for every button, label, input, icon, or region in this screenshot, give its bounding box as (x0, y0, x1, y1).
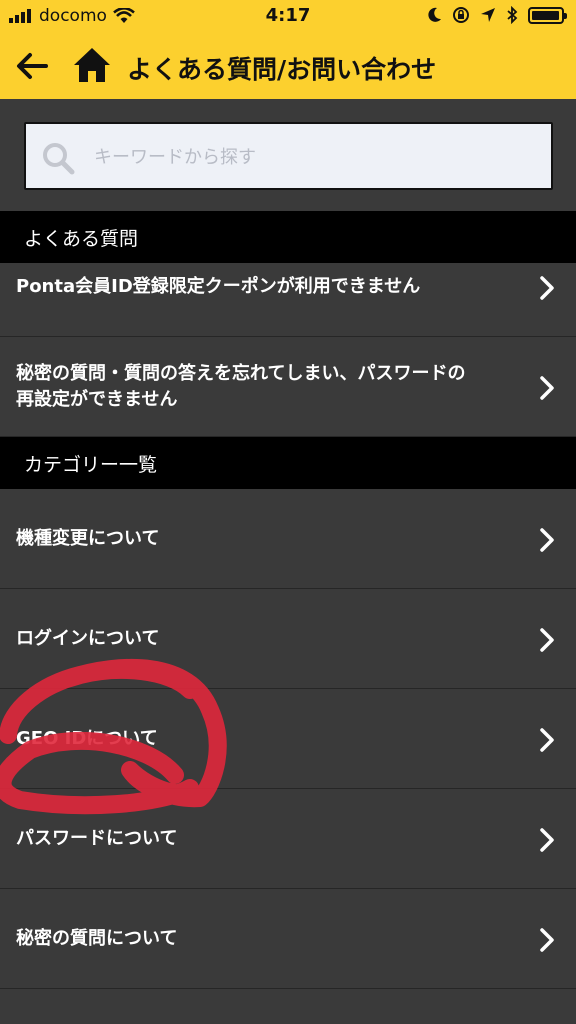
chevron-right-icon (540, 276, 554, 300)
category-section-title: カテゴリー一覧 (24, 453, 158, 476)
faq-item-label-line: 秘密の質問・質問の答えを忘れてしまい、パスワードの (16, 363, 466, 384)
faq-section-header: よくある質問 (0, 211, 576, 263)
faq-item-label: Ponta会員ID登録限定クーポンが利用できません (16, 276, 421, 297)
category-item[interactable]: GEO IDについて (0, 689, 576, 789)
rotation-lock-icon (453, 7, 469, 23)
location-icon (481, 8, 495, 22)
faq-item-label-line: 再設定ができません (16, 389, 178, 410)
category-item-label: 秘密の質問について (16, 928, 178, 949)
search-area (0, 99, 576, 211)
back-arrow-icon[interactable] (14, 48, 50, 84)
category-item[interactable]: パスワードについて (0, 789, 576, 889)
page-title: よくある質問/お問い合わせ (127, 55, 437, 84)
category-item[interactable]: 秘密の質問について (0, 889, 576, 989)
category-item-label: ログインについて (16, 628, 160, 649)
faq-item[interactable]: Ponta会員ID登録限定クーポンが利用できません (0, 263, 576, 337)
bluetooth-icon (507, 6, 518, 24)
search-box[interactable] (24, 122, 553, 190)
chevron-right-icon (540, 628, 554, 652)
chevron-right-icon (540, 376, 554, 400)
category-item-label: GEO IDについて (16, 728, 158, 749)
faq-section-title: よくある質問 (24, 227, 139, 250)
search-icon (43, 143, 75, 175)
moon-icon (428, 7, 441, 22)
nav-bar: よくある質問/お問い合わせ (0, 40, 576, 92)
chevron-right-icon (540, 828, 554, 852)
category-item-label: 機種変更について (16, 528, 160, 549)
faq-item-label: 秘密の質問・質問の答えを忘れてしまい、パスワードの 再設定ができません (16, 361, 516, 413)
app-header: docomo 4:17 よくある質問/お問い合わせ (0, 0, 576, 99)
category-item-label: パスワードについて (16, 828, 178, 849)
status-bar: docomo 4:17 (0, 0, 576, 32)
chevron-right-icon (540, 528, 554, 552)
category-section-header: カテゴリー一覧 (0, 437, 576, 489)
faq-item[interactable]: 秘密の質問・質問の答えを忘れてしまい、パスワードの 再設定ができません (0, 337, 576, 437)
home-icon[interactable] (72, 45, 112, 85)
chevron-right-icon (540, 728, 554, 752)
category-item[interactable]: 機種変更について (0, 489, 576, 589)
battery-icon (528, 6, 567, 24)
search-input[interactable] (94, 138, 534, 176)
category-item[interactable]: ログインについて (0, 589, 576, 689)
chevron-right-icon (540, 928, 554, 952)
